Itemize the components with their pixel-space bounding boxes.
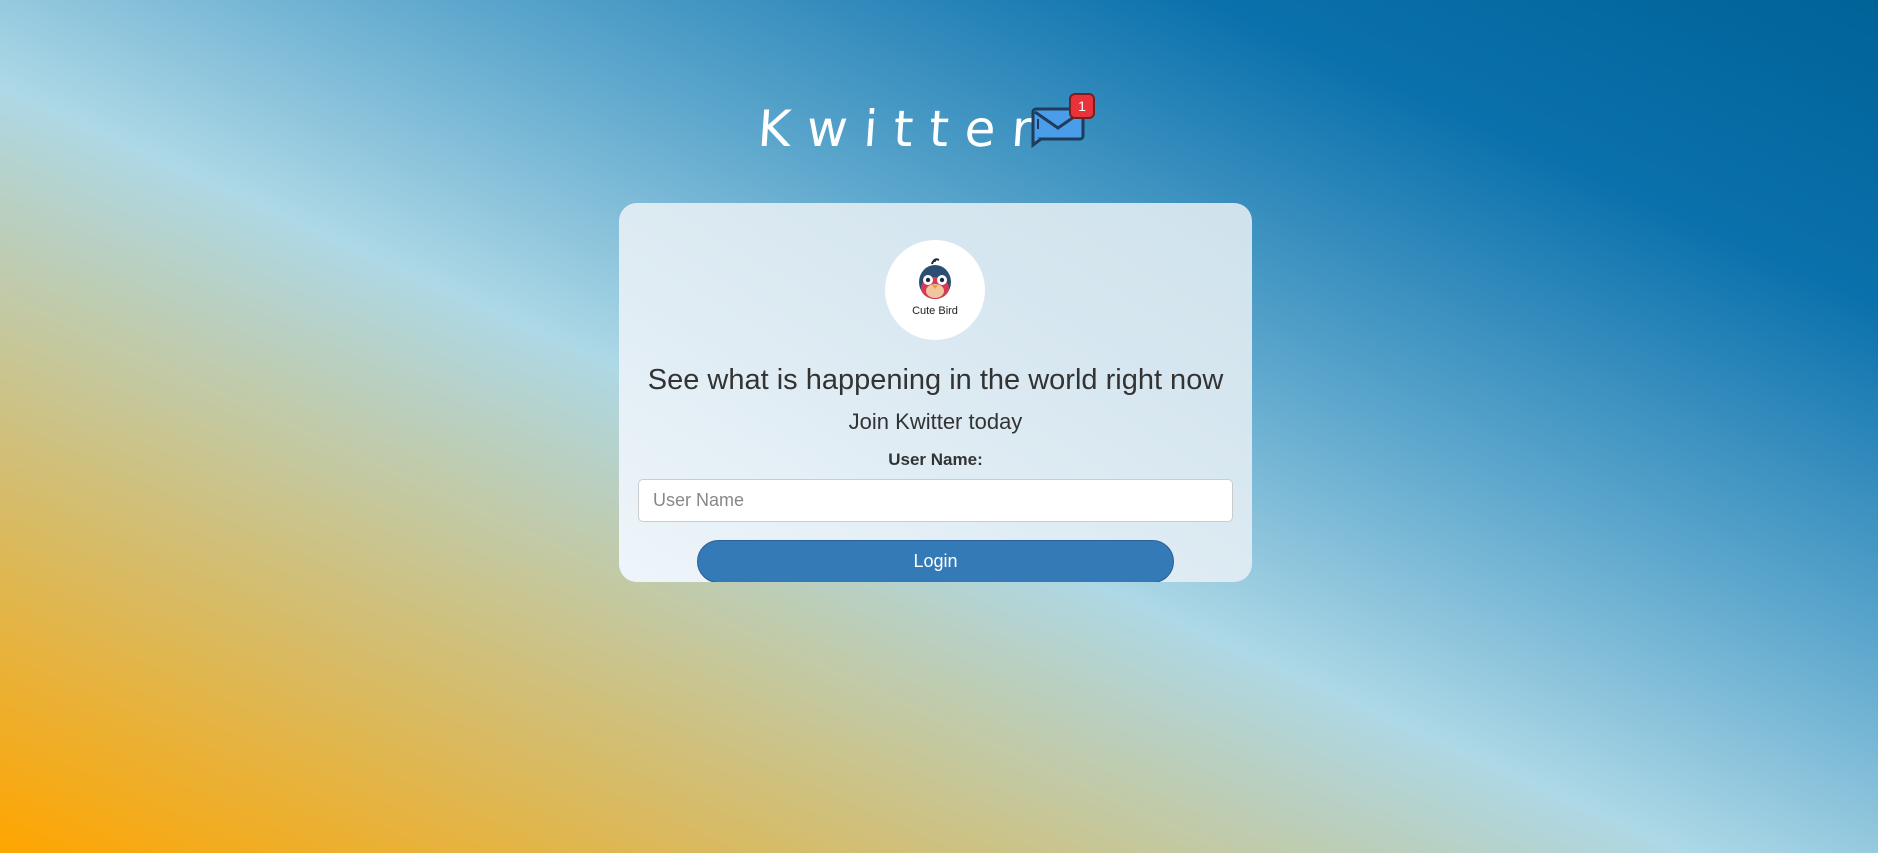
- username-label: User Name:: [888, 450, 983, 469]
- login-card: Cute Bird See what is happening in the w…: [619, 203, 1252, 582]
- notification-badge: 1: [1069, 93, 1095, 119]
- app-title: Kwitter: [755, 100, 1051, 158]
- subheadline: Join Kwitter today: [848, 409, 1023, 434]
- logo-caption: Cute Bird: [912, 305, 958, 317]
- page-header: Kwitter: [0, 90, 1878, 170]
- headline: See what is happening in the world right…: [647, 364, 1224, 396]
- login-button[interactable]: Login: [697, 540, 1174, 582]
- bird-icon: [919, 258, 951, 299]
- logo-avatar: Cute Bird: [885, 240, 985, 340]
- username-input[interactable]: [638, 479, 1233, 522]
